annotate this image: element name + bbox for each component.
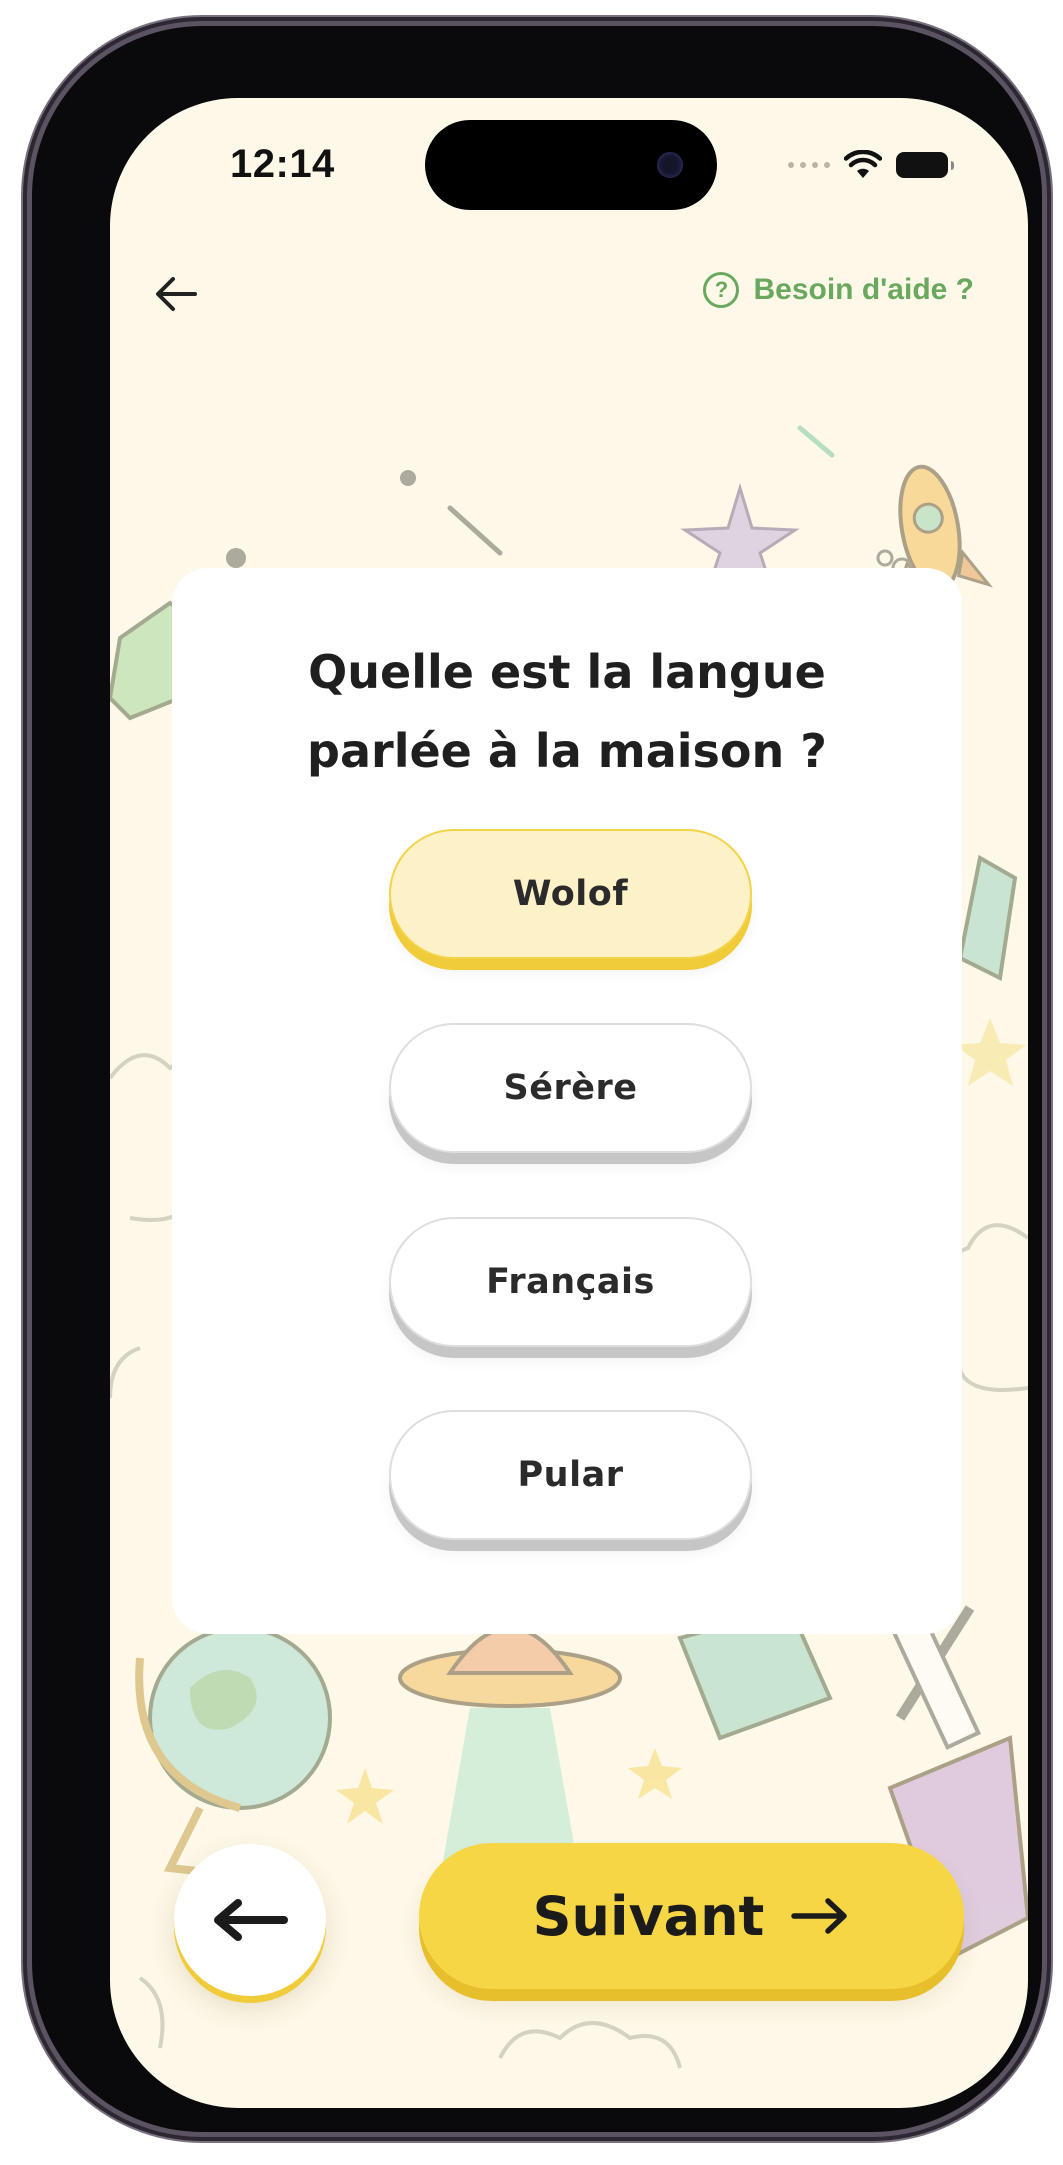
back-button[interactable] [148,266,204,322]
previous-button[interactable] [174,1844,326,1996]
question-title: Quelle est la langue parlée à la maison … [172,633,962,791]
status-icons [788,148,954,182]
next-button[interactable]: Suivant [419,1843,964,1989]
question-card: Quelle est la langue parlée à la maison … [172,568,962,1634]
wifi-icon [844,150,882,178]
option-serere[interactable]: Sérère [389,1023,752,1153]
arrow-left-icon [214,1899,288,1941]
next-button-label: Suivant [532,1884,765,1948]
action-button [24,430,32,506]
option-label: Pular [517,1455,624,1495]
help-link[interactable]: ? Besoin d'aide ? [703,272,974,308]
front-camera [657,152,683,178]
phone-frame: 12:14 ? Besoin d'aide ? Quelle est la la… [32,26,1042,2132]
dynamic-island [425,120,717,210]
volume-up-button [24,580,32,730]
battery-icon [896,152,954,178]
signal-dots-icon [788,162,830,168]
question-line-2: parlée à la maison ? [307,724,827,778]
help-label: Besoin d'aide ? [753,273,974,306]
app-screen: 12:14 ? Besoin d'aide ? Quelle est la la… [110,98,1028,2108]
question-circle-icon: ? [703,272,740,308]
option-label: Wolof [512,874,629,914]
option-francais[interactable]: Français [389,1217,752,1347]
option-pular[interactable]: Pular [389,1410,752,1540]
option-label: Français [486,1262,655,1302]
arrow-right-icon [791,1898,848,1934]
arrow-left-icon [156,277,197,311]
question-line-1: Quelle est la langue [308,645,826,699]
volume-down-button [24,776,32,926]
option-label: Sérère [503,1068,638,1108]
status-time: 12:14 [230,142,335,186]
option-wolof[interactable]: Wolof [389,829,752,959]
